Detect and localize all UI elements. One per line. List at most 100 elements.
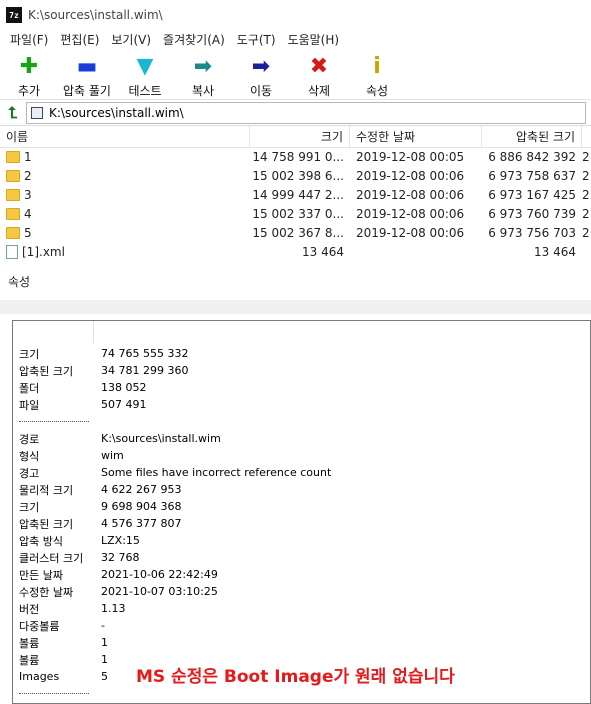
toolbar-button-extract[interactable]: ▬ 압축 풀기: [58, 54, 116, 99]
row-packed-size: 6 973 760 739: [488, 207, 576, 221]
property-label: 파일: [19, 398, 40, 412]
toolbar-button-move[interactable]: ➡ 이동: [232, 54, 290, 99]
list-row[interactable]: 2 15 002 398 6... 2019-12-08 00:06 6 973 75…: [0, 167, 591, 186]
row-name-cell: 4: [0, 205, 250, 224]
row-name-cell: 2: [0, 167, 250, 186]
property-value: 1: [101, 653, 108, 666]
property-row: 경로 K:\sources\install.wim: [19, 430, 579, 447]
menu-item-2[interactable]: 보기(V): [105, 30, 157, 50]
row-name: 5: [24, 226, 32, 240]
info-icon: i: [373, 54, 381, 79]
property-label: 크기: [19, 347, 40, 361]
toolbar-button-delete[interactable]: ✖ 삭제: [290, 54, 348, 99]
annotation-overlay: MS 순정은 Boot Image가 원래 없습니다: [136, 667, 455, 687]
row-packed-size: 6 886 842 392: [488, 150, 576, 164]
menu-item-4[interactable]: 도구(T): [231, 30, 282, 50]
window-title: K:\sources\install.wim\: [28, 8, 163, 22]
property-value: 2021-10-07 03:10:25: [101, 585, 218, 598]
property-row: 압축된 크기 34 781 299 360: [19, 362, 579, 379]
menu-item-0[interactable]: 파일(F): [4, 30, 54, 50]
row-name: 3: [24, 188, 32, 202]
row-packed-size: 6 973 756 703: [488, 226, 576, 240]
up-folder-button[interactable]: ⮤: [0, 101, 26, 125]
property-value: 32 768: [101, 551, 140, 564]
properties-band: [0, 300, 591, 314]
toolbar-label: 삭제: [307, 84, 331, 98]
toolbar-label: 압축 풀기: [63, 84, 111, 98]
properties-title: 속성: [8, 275, 31, 289]
list-row[interactable]: 4 15 002 337 0... 2019-12-08 00:06 6 973 76…: [0, 205, 591, 224]
toolbar-label: 속성: [365, 84, 389, 98]
list-row[interactable]: [1].xml 13 464 13 464: [0, 243, 591, 262]
column-header-packed-size[interactable]: 압축된 크기: [482, 125, 582, 148]
toolbar-label: 테스트: [128, 84, 162, 98]
row-extra: 2: [582, 169, 590, 183]
up-arrow-icon: ⮤: [8, 102, 18, 122]
property-row: 버전 1.13: [19, 600, 579, 617]
list-row[interactable]: 3 14 999 447 2... 2019-12-08 00:06 6 973 16…: [0, 186, 591, 205]
property-label: 수정한 날짜: [19, 585, 74, 599]
test-icon: ▼: [136, 54, 154, 79]
row-packed-size: 13 464: [534, 245, 576, 259]
menu-item-1[interactable]: 편집(E): [54, 30, 105, 50]
row-packed-size: 6 973 758 637: [488, 169, 576, 183]
row-size: 15 002 337 0...: [252, 207, 344, 221]
property-value: 9 698 904 368: [101, 500, 182, 513]
toolbar-button-info[interactable]: i 속성: [348, 54, 406, 99]
column-header-size[interactable]: 크기: [250, 125, 350, 148]
property-label: 물리적 크기: [19, 483, 74, 497]
toolbar-button-test[interactable]: ▼ 테스트: [116, 54, 174, 99]
folder-icon: [6, 151, 20, 163]
menu-item-5[interactable]: 도움말(H): [282, 30, 346, 50]
row-name: 4: [24, 207, 32, 221]
row-name-cell: [1].xml: [0, 243, 250, 262]
row-modified: 2019-12-08 00:05: [356, 150, 465, 164]
property-label: 경로: [19, 432, 40, 446]
properties-list: 크기 74 765 555 332 압축된 크기 34 781 299 360 폴더 13…: [19, 345, 579, 702]
property-divider: [19, 413, 579, 430]
row-name-cell: 3: [0, 186, 250, 205]
property-row: 파일 507 491: [19, 396, 579, 413]
list-row[interactable]: 1 14 758 991 0... 2019-12-08 00:05 6 886 84…: [0, 148, 591, 167]
list-row[interactable]: 5 15 002 367 8... 2019-12-08 00:06 6 973 75…: [0, 224, 591, 243]
toolbar-label: 추가: [17, 84, 41, 98]
add-icon: ✚: [19, 54, 39, 79]
column-header-name[interactable]: 이름: [0, 125, 250, 148]
property-value: wim: [101, 449, 124, 462]
row-name: 1: [24, 150, 32, 164]
title-bar: 7z K:\sources\install.wim\: [0, 0, 591, 30]
property-value: 34 781 299 360: [101, 364, 189, 377]
toolbar-button-copy[interactable]: ➡ 복사: [174, 54, 232, 99]
row-extra: 2: [582, 188, 590, 202]
property-label: 다중볼륨: [19, 619, 60, 633]
properties-column-divider: [93, 321, 94, 343]
column-header-modified[interactable]: 수정한 날짜: [350, 125, 482, 148]
extract-icon: ▬: [76, 54, 98, 79]
property-row: 형식 wim: [19, 447, 579, 464]
menu-item-3[interactable]: 즐겨찾기(A): [157, 30, 231, 50]
row-packed-size: 6 973 167 425: [488, 188, 576, 202]
property-value: 5: [101, 670, 108, 683]
property-value: 4 576 377 807: [101, 517, 182, 530]
delete-icon: ✖: [309, 54, 329, 79]
folder-icon: [6, 208, 20, 220]
property-row: 만든 날짜 2021-10-06 22:42:49: [19, 566, 579, 583]
property-label: Images: [19, 670, 60, 683]
property-divider: [19, 685, 579, 702]
property-label: 볼륨: [19, 636, 40, 650]
property-label: 압축된 크기: [19, 364, 74, 378]
toolbar-button-add[interactable]: ✚ 추가: [0, 54, 58, 99]
properties-panel[interactable]: 크기 74 765 555 332 압축된 크기 34 781 299 360 폴더 13…: [12, 320, 591, 704]
row-size: 13 464: [302, 245, 344, 259]
column-header-extra[interactable]: [582, 126, 591, 148]
address-field[interactable]: K:\sources\install.wim\: [26, 101, 586, 124]
folder-icon: [6, 170, 20, 182]
folder-icon: [6, 227, 20, 239]
property-label: 볼륨: [19, 653, 40, 667]
property-label: 버전: [19, 602, 40, 616]
property-row: 크기 9 698 904 368: [19, 498, 579, 515]
property-label: 압축 방식: [19, 534, 63, 548]
property-row: 압축 방식 LZX:15: [19, 532, 579, 549]
file-list: 이름 크기 수정한 날짜 압축된 크기 1 14 758 991 0... 2019…: [0, 125, 591, 266]
row-extra: 2: [582, 226, 590, 240]
